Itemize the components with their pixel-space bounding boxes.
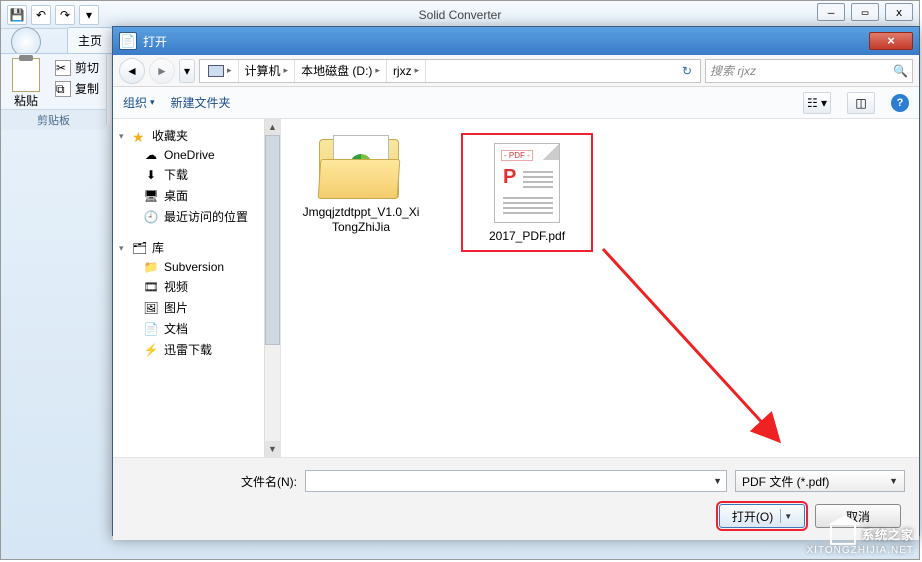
open-dialog: 📄 打开 × ◄ ► ▾ ▸ 计算机▸ 本地磁盘 (D:)▸ rjxz▸ ↻ 搜… — [112, 26, 920, 536]
qat-redo-icon[interactable]: ↷ — [55, 5, 75, 25]
refresh-icon[interactable]: ↻ — [676, 64, 698, 78]
dialog-help-icon[interactable]: ? — [891, 94, 909, 112]
view-mode-button[interactable]: ☷ ▾ — [803, 92, 831, 114]
qat-more-icon[interactable]: ▾ — [79, 5, 99, 25]
open-button[interactable]: 打开(O)▼ — [719, 504, 805, 528]
minimize-button[interactable]: — — [817, 3, 845, 21]
highlighted-file: - PDF - P 2017_PDF.pdf — [461, 133, 593, 252]
dialog-close-button[interactable]: × — [869, 32, 913, 50]
search-placeholder: 搜索 rjxz — [710, 62, 756, 79]
search-icon: 🔍 — [893, 64, 908, 78]
chevron-down-icon[interactable]: ▼ — [889, 476, 898, 486]
breadcrumb[interactable]: ▸ 计算机▸ 本地磁盘 (D:)▸ rjxz▸ ↻ — [199, 59, 701, 83]
dialog-bottom: 文件名(N): ▼ PDF 文件 (*.pdf) ▼ 打开(O)▼ 取消 — [113, 457, 919, 540]
thunder-icon: ⚡ — [143, 343, 159, 357]
qat-save-icon[interactable]: 💾 — [7, 5, 27, 25]
filetype-select[interactable]: PDF 文件 (*.pdf) ▼ — [735, 470, 905, 492]
dialog-navbar: ◄ ► ▾ ▸ 计算机▸ 本地磁盘 (D:)▸ rjxz▸ ↻ 搜索 rjxz … — [113, 55, 919, 87]
copy-button[interactable]: ⧉复制 — [53, 79, 104, 98]
computer-icon — [208, 65, 224, 77]
scroll-down-icon[interactable]: ▼ — [265, 441, 280, 457]
filename-label: 文件名(N): — [127, 473, 297, 490]
paste-icon[interactable] — [12, 58, 40, 92]
tree-item-desktop[interactable]: 🖥桌面 — [119, 185, 280, 206]
tree-libraries[interactable]: ▾🗂库 — [119, 237, 280, 258]
close-button[interactable]: x — [885, 3, 913, 21]
tree-item-downloads[interactable]: ⬇下载 — [119, 164, 280, 185]
desktop-icon: 🖥 — [143, 189, 159, 203]
tree-item-subversion[interactable]: 📁Subversion — [119, 258, 280, 276]
search-input[interactable]: 搜索 rjxz 🔍 — [705, 59, 913, 83]
star-icon: ★ — [132, 129, 148, 143]
maximize-button[interactable]: ▭ — [851, 3, 879, 21]
dialog-toolbar: 组织▾ 新建文件夹 ☷ ▾ ◫ ? — [113, 87, 919, 119]
recent-icon: 🕘 — [143, 210, 159, 224]
video-icon: 🎞 — [143, 280, 159, 294]
download-icon: ⬇ — [143, 168, 159, 182]
folder-large-icon — [319, 133, 403, 199]
tree-favorites[interactable]: ▾★收藏夹 — [119, 125, 280, 146]
pdf-large-icon: - PDF - P — [494, 143, 560, 223]
preview-pane-button[interactable]: ◫ — [847, 92, 875, 114]
nav-forward-button[interactable]: ► — [149, 58, 175, 84]
picture-icon: 🖼 — [143, 301, 159, 315]
ribbon-group-label: 剪贴板 — [1, 109, 106, 130]
tree-item-documents[interactable]: 📄文档 — [119, 318, 280, 339]
tree-item-onedrive[interactable]: ☁OneDrive — [119, 146, 280, 164]
tree-item-pictures[interactable]: 🖼图片 — [119, 297, 280, 318]
filename-input[interactable]: ▼ — [305, 470, 727, 492]
scroll-up-icon[interactable]: ▲ — [265, 119, 280, 135]
app-titlebar[interactable]: 💾 ↶ ↷ ▾ Solid Converter — ▭ x — [1, 1, 919, 29]
house-icon — [830, 523, 856, 545]
watermark: 系统之家 XITONGZHIJIA.NET — [807, 523, 915, 556]
copy-icon: ⧉ — [55, 81, 71, 97]
tree-item-videos[interactable]: 🎞视频 — [119, 276, 280, 297]
qat-undo-icon[interactable]: ↶ — [31, 5, 51, 25]
nav-tree[interactable]: ▾★收藏夹 ☁OneDrive ⬇下载 🖥桌面 🕘最近访问的位置 ▾🗂库 📁Su… — [113, 119, 281, 457]
organize-button[interactable]: 组织▾ — [123, 94, 155, 111]
scroll-thumb[interactable] — [265, 135, 280, 345]
app-title: Solid Converter — [419, 8, 502, 22]
dialog-titlebar[interactable]: 📄 打开 × — [113, 27, 919, 55]
scissors-icon: ✂ — [55, 60, 71, 76]
file-item-folder[interactable]: Jmgqjztdtppt_V1.0_XiTongZhiJia — [301, 133, 421, 235]
paste-label[interactable]: 粘贴 — [14, 92, 38, 109]
tab-home[interactable]: 主页 — [67, 27, 113, 53]
folder-icon: 📁 — [143, 260, 159, 274]
file-pane[interactable]: Jmgqjztdtppt_V1.0_XiTongZhiJia - PDF - P… — [281, 119, 919, 457]
tree-item-recent[interactable]: 🕘最近访问的位置 — [119, 206, 280, 227]
dialog-title: 打开 — [143, 33, 167, 50]
tree-item-xunlei[interactable]: ⚡迅雷下载 — [119, 339, 280, 360]
library-icon: 🗂 — [132, 241, 148, 255]
document-icon: 📄 — [143, 322, 159, 336]
cut-button[interactable]: ✂剪切 — [53, 58, 104, 77]
nav-history-button[interactable]: ▾ — [179, 59, 195, 83]
tree-scrollbar[interactable]: ▲ ▼ — [264, 119, 280, 457]
newfolder-button[interactable]: 新建文件夹 — [171, 94, 231, 111]
dialog-icon: 📄 — [119, 32, 137, 50]
file-item-pdf[interactable]: - PDF - P 2017_PDF.pdf — [477, 143, 577, 244]
chevron-down-icon[interactable]: ▼ — [713, 476, 722, 486]
cloud-icon: ☁ — [143, 148, 159, 162]
nav-back-button[interactable]: ◄ — [119, 58, 145, 84]
ribbon-group-clipboard: 粘贴 ✂剪切 ⧉复制 剪贴板 — [1, 54, 107, 125]
